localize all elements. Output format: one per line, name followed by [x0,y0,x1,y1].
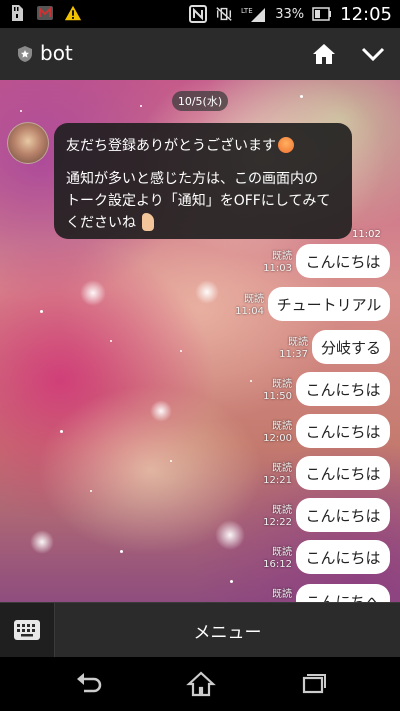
message-time: 12:00 [263,433,292,444]
message-time: 11:03 [263,263,292,274]
user-message-bubble[interactable]: チュートリアル [268,287,390,321]
vibrate-off-icon [215,5,233,23]
star-dot [140,105,142,107]
read-receipt: 既読 [272,379,292,390]
read-receipt: 既読 [244,294,264,305]
user-message-bubble[interactable]: 分岐する [312,330,390,364]
message-time: 11:37 [279,349,308,360]
message-meta: 既読 12:22 [252,505,292,529]
read-receipt: 既読 [288,337,308,348]
star-dot [230,580,233,583]
message-meta: 既読 16:12 [252,547,292,571]
user-message-bubble[interactable]: こんにちは [296,244,390,278]
home-outline-icon[interactable] [186,670,216,698]
recent-apps-icon[interactable] [298,670,328,698]
app-badge-icon [36,4,54,22]
message-meta: 既読 12:00 [252,421,292,445]
star-dot [90,490,92,492]
menu-button[interactable]: メニュー [55,603,400,658]
star-dot [300,95,303,98]
read-receipt: 既読 [272,505,292,516]
bot-message-line: トーク設定より「通知」をOFFにしてみて [66,193,331,209]
bot-avatar[interactable] [7,122,49,164]
user-message-bubble[interactable]: こんにちは [296,372,390,406]
home-icon[interactable] [311,41,337,67]
user-message-bubble[interactable]: こんにちは [296,498,390,532]
message-meta: 既読 11:50 [252,379,292,403]
battery-percent: 33% [275,6,305,22]
star-sparkle [80,280,106,306]
chat-header: bot [0,28,400,80]
message-time: 12:22 [263,517,292,528]
keyboard-button[interactable] [0,603,55,658]
chat-title: bot [40,41,73,65]
battery-icon [312,5,332,23]
status-bar: LTE 33% 12:05 [0,0,400,28]
message-time: 11:04 [235,306,264,317]
message-time: 11:50 [263,391,292,402]
read-receipt: 既読 [272,421,292,432]
lte-signal-icon: LTE [241,5,267,23]
star-sparkle [150,400,172,422]
read-receipt: 既読 [272,251,292,262]
star-dot [120,550,123,553]
star-dot [180,350,182,352]
chevron-down-icon[interactable] [360,43,386,65]
keyboard-icon [14,620,40,640]
star-dot [110,340,112,342]
message-time: 16:12 [263,559,292,570]
bottom-menu-bar: メニュー [0,602,400,658]
message-meta: 既読 11:37 [268,337,308,361]
system-nav-bar [0,657,400,711]
read-receipt: 既読 [272,463,292,474]
thumbs-up-icon [142,213,155,231]
star-dot [60,430,63,433]
star-sparkle [215,520,245,550]
star-badge-icon [16,45,34,63]
message-time: 11:02 [352,229,381,240]
sd-card-icon [8,4,26,22]
user-message-bubble[interactable]: こんにちは [296,456,390,490]
star-sparkle [30,530,54,554]
user-message-bubble[interactable]: こんにちは [296,540,390,574]
star-dot [40,310,43,313]
bot-message-line: 友だち登録ありがとうございます [66,138,276,154]
back-icon[interactable] [74,670,104,698]
user-message-bubble[interactable]: こんにちは [296,414,390,448]
lte-label: LTE [241,7,253,15]
star-dot [170,460,172,462]
read-receipt: 既読 [272,589,292,600]
clock: 12:05 [340,3,392,25]
message-meta: 既読 12:21 [252,463,292,487]
warning-icon [64,4,82,22]
user-message-bubble[interactable]: こんにちへ [296,584,390,602]
read-receipt: 既読 [272,547,292,558]
message-meta: 既読 11:03 [252,251,292,275]
chat-area[interactable]: 10/5(水) 友だち登録ありがとうございます 通知が多いと感じた方は、この画面… [0,80,400,602]
bot-message-line: くださいね [66,215,136,231]
date-separator: 10/5(水) [172,91,228,111]
star-dot [20,110,22,112]
smiling-face-icon [278,137,294,153]
message-meta: 既読 11:04 [224,294,264,318]
nfc-icon [189,5,208,23]
star-sparkle [195,280,219,304]
bot-message-line: 通知が多いと感じた方は、この画面内の [66,171,318,187]
message-meta: 既読 [252,589,292,601]
message-time: 12:21 [263,475,292,486]
bot-message-bubble: 友だち登録ありがとうございます 通知が多いと感じた方は、この画面内の トーク設定… [54,123,352,239]
